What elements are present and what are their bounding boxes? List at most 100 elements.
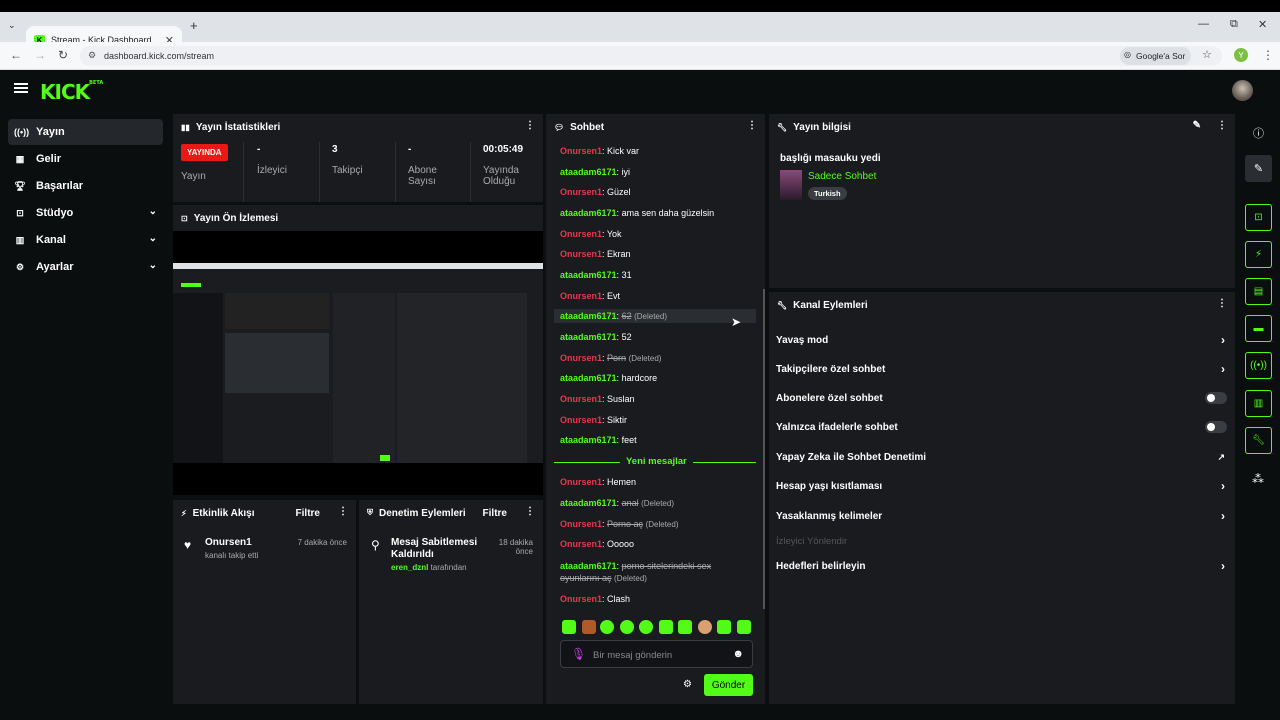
sidebar-item-gelir[interactable]: ▦ Gelir — [8, 146, 163, 172]
more-icon[interactable]: ⋮ — [525, 120, 535, 131]
window-close-icon[interactable]: ✕ — [1258, 18, 1267, 31]
document-rail-icon[interactable]: ▤ — [1245, 278, 1272, 305]
user-avatar[interactable] — [1232, 80, 1253, 101]
filter-button[interactable]: Filtre — [483, 508, 507, 519]
emote-icon[interactable] — [620, 620, 634, 634]
chat-message[interactable]: Onursen1: Evt — [560, 291, 620, 301]
more-icon[interactable]: ⋮ — [1217, 120, 1227, 131]
broadcast-rail-icon[interactable]: ((•)) — [1245, 352, 1272, 379]
profile-avatar[interactable]: Y — [1234, 48, 1248, 62]
chat-message[interactable]: ataadam6171: iyi — [560, 167, 630, 177]
chat-username[interactable]: ataadam6171 — [560, 498, 617, 508]
emote-icon[interactable] — [737, 620, 751, 634]
chat-username[interactable]: ataadam6171 — [560, 561, 617, 571]
chat-message[interactable]: Onursen1: Porn (Deleted) — [560, 353, 661, 363]
action-followers-only[interactable]: Takipçilere özel sohbet › — [776, 359, 1231, 379]
chat-message[interactable]: Onursen1: Porno aç (Deleted) — [560, 519, 678, 529]
edit-pencil-icon[interactable]: ✎ — [1193, 120, 1201, 131]
minimize-icon[interactable]: — — [1198, 18, 1209, 30]
action-ai-moderation[interactable]: Yapay Zeka ile Sohbet Denetimi ↗ — [776, 447, 1231, 467]
more-icon[interactable]: ⋮ — [747, 120, 757, 131]
emote-icon[interactable] — [717, 620, 731, 634]
chat-message[interactable]: ataadam6171: anal (Deleted) — [560, 498, 674, 508]
chat-username[interactable]: Onursen1 — [560, 477, 602, 487]
site-info-icon[interactable]: ⚙ — [88, 50, 96, 61]
chat-scrollbar[interactable] — [763, 289, 765, 609]
sidebar-item-studyo[interactable]: ⊡ Stüdyo ⌄ — [8, 200, 163, 226]
bookmark-star-icon[interactable]: ☆ — [1202, 48, 1212, 61]
action-set-goals[interactable]: Hedefleri belirleyin › — [776, 556, 1231, 576]
add-widget-icon[interactable]: ⁂ — [1252, 472, 1264, 486]
chat-username[interactable]: ataadam6171 — [560, 332, 617, 342]
action-slow-mode[interactable]: Yavaş mod › — [776, 330, 1231, 350]
chat-message[interactable]: Onursen1: Siktir — [560, 415, 627, 425]
filter-button[interactable]: Filtre — [296, 508, 320, 519]
google-ask-button[interactable]: ◎ Google'a Sor — [1120, 47, 1192, 65]
chat-username[interactable]: ataadam6171 — [560, 208, 617, 218]
emoji-icon[interactable]: ☻ — [732, 648, 744, 660]
preview-video[interactable] — [173, 231, 543, 495]
more-icon[interactable]: ⋮ — [1217, 298, 1227, 309]
emote-icon[interactable] — [639, 620, 653, 634]
browser-menu-icon[interactable]: ⋮ — [1262, 48, 1274, 62]
menu-icon[interactable] — [14, 83, 28, 93]
chat-username[interactable]: ataadam6171 — [560, 167, 617, 177]
sidebar-item-yayin[interactable]: ((•)) Yayın — [8, 119, 163, 145]
chat-username[interactable]: ataadam6171 — [560, 373, 617, 383]
chat-username[interactable]: Onursen1 — [560, 519, 602, 529]
emotes-only-toggle[interactable] — [1205, 421, 1227, 433]
category-link[interactable]: Sadece Sohbet — [808, 171, 876, 182]
chat-message[interactable]: Onursen1: Kick var — [560, 146, 639, 156]
back-icon[interactable]: ← — [10, 48, 22, 62]
activity-user[interactable]: Onursen1 — [205, 537, 252, 548]
chat-username[interactable]: Onursen1 — [560, 146, 602, 156]
chat-username[interactable]: Onursen1 — [560, 415, 602, 425]
emote-icon[interactable] — [600, 620, 614, 634]
kick-logo[interactable]: KICKBETA — [40, 80, 103, 104]
wrench-rail-icon[interactable]: 🔧︎ — [1245, 427, 1272, 454]
chat-username[interactable]: Onursen1 — [560, 394, 602, 404]
chat-username[interactable]: ataadam6171 — [560, 311, 617, 321]
reload-icon[interactable]: ↻ — [58, 48, 68, 62]
category-thumbnail[interactable] — [780, 170, 802, 200]
chat-message[interactable]: ataadam6171: 62 (Deleted) — [554, 309, 756, 323]
chat-username[interactable]: Onursen1 — [560, 539, 602, 549]
chat-username[interactable]: ataadam6171 — [560, 270, 617, 280]
chat-username[interactable]: Onursen1 — [560, 229, 602, 239]
action-emotes-only[interactable]: Yalnızca ifadelerle sohbet — [776, 417, 1231, 437]
new-tab-icon[interactable]: + — [190, 18, 198, 33]
chat-message[interactable]: Onursen1: Ooooo — [560, 539, 634, 549]
emote-icon[interactable] — [659, 620, 673, 634]
chat-username[interactable]: Onursen1 — [560, 249, 602, 259]
forward-icon[interactable]: → — [34, 48, 46, 62]
action-account-age[interactable]: Hesap yaşı kısıtlaması › — [776, 476, 1231, 496]
chat-message[interactable]: Onursen1: Clash — [560, 594, 630, 604]
url-field[interactable]: ⚙ dashboard.kick.com/stream — [80, 46, 1222, 66]
chat-username[interactable]: Onursen1 — [560, 353, 602, 363]
chat-message[interactable]: ataadam6171: hardcore — [560, 373, 657, 383]
chat-message[interactable]: Onursen1: Güzel — [560, 187, 631, 197]
info-icon[interactable]: ⓘ — [1253, 125, 1264, 141]
chat-message[interactable]: ataadam6171: ama sen daha güzelsin — [560, 208, 714, 218]
lightning-rail-icon[interactable]: ⚡︎ — [1245, 241, 1272, 268]
more-icon[interactable]: ⋮ — [338, 506, 348, 517]
sidebar-item-basarilar[interactable]: 🏆︎ Başarılar — [8, 173, 163, 199]
chat-message[interactable]: ataadam6171: 52 — [560, 332, 632, 342]
action-subscribers-only[interactable]: Abonelere özel sohbet — [776, 388, 1231, 408]
microphone-icon[interactable]: 🎙︎ — [571, 647, 586, 661]
chat-message[interactable]: Onursen1: Hemen — [560, 477, 636, 487]
layout-rail-icon[interactable]: ▥ — [1245, 390, 1272, 417]
emote-icon[interactable] — [698, 620, 712, 634]
action-banned-words[interactable]: Yasaklanmış kelimeler › — [776, 506, 1231, 526]
chat-message[interactable]: Onursen1: Suslan — [560, 394, 635, 404]
chat-username[interactable]: ataadam6171 — [560, 435, 617, 445]
scene-rail-icon[interactable]: ⊡ — [1245, 204, 1272, 231]
sidebar-item-kanal[interactable]: ▥ Kanal ⌄ — [8, 227, 163, 253]
chat-rail-icon[interactable]: ▬ — [1245, 315, 1272, 342]
send-button[interactable]: Gönder — [704, 674, 753, 696]
chat-message[interactable]: Onursen1: Ekran — [560, 249, 631, 259]
chat-message[interactable]: Onursen1: Yok — [560, 229, 622, 239]
subscribers-only-toggle[interactable] — [1205, 392, 1227, 404]
emote-icon[interactable] — [678, 620, 692, 634]
chat-username[interactable]: Onursen1 — [560, 291, 602, 301]
